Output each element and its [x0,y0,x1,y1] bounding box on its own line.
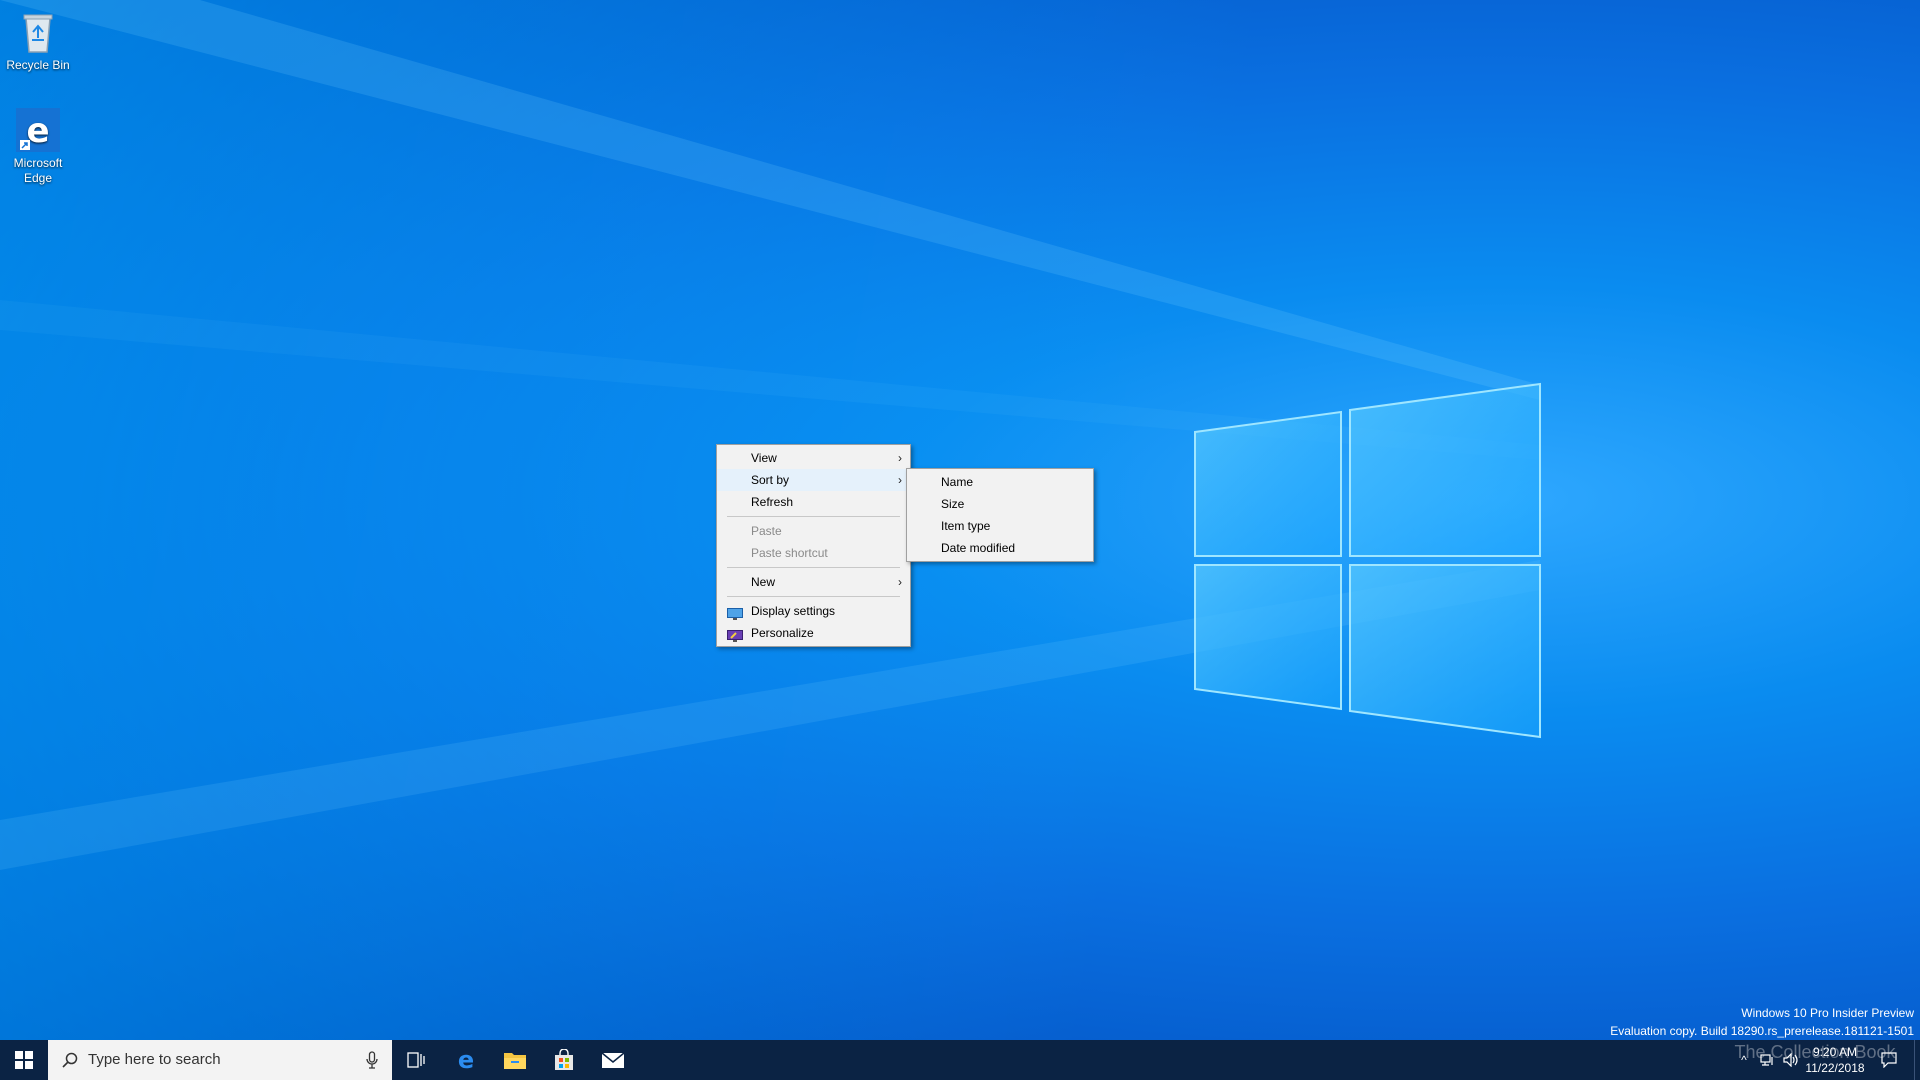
submenu-item-date-modified-label: Date modified [941,541,1016,555]
menu-item-refresh[interactable]: Refresh [717,491,910,513]
personalize-icon [727,627,743,642]
taskbar-search-box[interactable]: Type here to search [48,1040,392,1080]
taskbar-mail-button[interactable] [589,1040,637,1080]
edge-label-line2: Edge [23,171,53,185]
menu-separator [727,567,900,568]
menu-item-paste-shortcut[interactable]: Paste shortcut [717,542,910,564]
menu-item-new[interactable]: New › [717,571,910,593]
desktop-icon-microsoft-edge[interactable]: e Microsoft Edge [0,106,76,186]
chevron-right-icon: › [898,451,902,465]
taskbar-file-explorer-button[interactable] [491,1040,539,1080]
menu-item-sort-by-label: Sort by [751,473,790,487]
tray-network-button[interactable] [1756,1040,1778,1080]
file-explorer-icon [504,1053,526,1069]
taskbar-store-button[interactable] [540,1040,588,1080]
menu-separator [727,596,900,597]
display-icon [727,605,743,620]
tray-volume-button[interactable] [1780,1040,1802,1080]
edge-label-line1: Microsoft [13,156,63,170]
search-icon [62,1052,78,1068]
submenu-item-name[interactable]: Name [907,471,1093,493]
menu-item-personalize-label: Personalize [751,626,814,640]
submenu-item-item-type[interactable]: Item type [907,515,1093,537]
recycle-bin-icon [14,8,62,56]
sort-by-submenu: Name Size Item type Date modified [906,468,1094,562]
action-center-button[interactable] [1874,1040,1904,1080]
submenu-item-size[interactable]: Size [907,493,1093,515]
chevron-right-icon: › [898,473,902,487]
store-icon [555,1049,573,1070]
edge-icon: e [14,106,62,154]
submenu-item-name-label: Name [941,475,974,489]
submenu-item-size-label: Size [941,497,965,511]
menu-item-paste-label: Paste [751,524,782,538]
build-watermark-line2: Evaluation copy. Build 18290.rs_prerelea… [1610,1024,1914,1038]
recycle-bin-label: Recycle Bin [6,58,70,72]
svg-text:e: e [458,1048,474,1072]
network-icon [1760,1054,1773,1066]
show-desktop-button[interactable] [1914,1040,1920,1080]
windows-start-icon [15,1051,33,1069]
edge-icon: e [458,1048,474,1072]
menu-item-display-settings-label: Display settings [751,604,836,618]
menu-item-sort-by[interactable]: Sort by › [717,469,910,491]
task-view-icon [407,1052,425,1068]
chevron-up-icon: ^ [1741,1053,1747,1067]
taskbar-edge-button[interactable]: e [442,1040,490,1080]
submenu-item-item-type-label: Item type [941,519,991,533]
desktop-context-menu: View › Sort by › Refresh Paste Paste sho… [716,444,911,647]
tray-clock[interactable]: 9:20 AM 11/22/2018 [1800,1044,1870,1076]
task-view-button[interactable] [392,1040,440,1080]
submenu-item-date-modified[interactable]: Date modified [907,537,1093,559]
build-watermark-line1: Windows 10 Pro Insider Preview [1741,1006,1914,1020]
volume-icon [1783,1053,1798,1067]
taskbar: Type here to search e The Collection Boo… [0,1040,1920,1080]
menu-separator [727,516,900,517]
chevron-right-icon: › [898,575,902,589]
menu-item-display-settings[interactable]: Display settings [717,600,910,622]
tray-show-hidden-button[interactable]: ^ [1734,1040,1754,1080]
notification-icon [1881,1052,1897,1068]
menu-item-paste-shortcut-label: Paste shortcut [751,546,828,560]
menu-item-view-label: View [751,451,777,465]
menu-item-new-label: New [751,575,776,589]
menu-item-view[interactable]: View › [717,447,910,469]
start-button[interactable] [0,1040,48,1080]
menu-item-refresh-label: Refresh [751,495,794,509]
search-placeholder: Type here to search [88,1051,221,1068]
desktop-background[interactable]: Recycle Bin e Microsoft Edge View › Sort… [0,0,1920,1040]
mail-icon [601,1052,625,1068]
clock-date: 11/22/2018 [1805,1061,1865,1075]
microphone-icon[interactable] [366,1051,378,1069]
menu-item-paste[interactable]: Paste [717,520,910,542]
desktop-icon-recycle-bin[interactable]: Recycle Bin [0,8,76,73]
clock-time: 9:20 AM [1812,1045,1858,1059]
menu-item-personalize[interactable]: Personalize [717,622,910,644]
